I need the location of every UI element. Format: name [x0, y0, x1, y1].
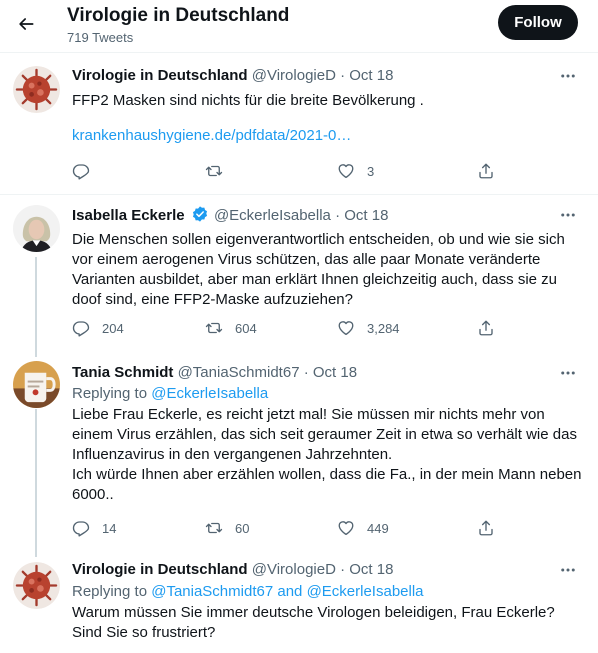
author-name[interactable]: Virologie in Deutschland [72, 561, 248, 578]
tweet-header: Virologie in Deutschland @VirologieD · O… [72, 560, 393, 580]
retweet-icon [205, 322, 223, 334]
author-handle[interactable]: @VirologieD [252, 561, 336, 578]
more-options-button[interactable] [556, 560, 580, 580]
tweet-header: Isabella Eckerle @EckerleIsabella · Oct … [72, 205, 388, 226]
retweet-icon [205, 165, 223, 177]
replying-to-handle[interactable]: @EckerleIsabella [151, 385, 268, 402]
tweet-item[interactable]: Virologie in Deutschland @VirologieD · O… [0, 557, 598, 653]
tweet-text: Warum müssen Sie immer deutsche Virologe… [72, 604, 555, 641]
share-button[interactable] [477, 518, 495, 538]
tweet-text: FFP2 Masken sind nichts für die breite B… [72, 92, 424, 109]
profile-title: Virologie in Deutschland [67, 5, 290, 26]
tweet-date[interactable]: Oct 18 [349, 561, 393, 578]
tweet-text: Liebe Frau Eckerle, es reicht jetzt mal!… [72, 406, 582, 503]
author-name[interactable]: Virologie in Deutschland [72, 67, 248, 84]
share-icon [479, 320, 493, 336]
share-icon [479, 163, 493, 179]
virus-icon [13, 562, 60, 609]
retweet-button[interactable]: 60 [205, 518, 249, 538]
tweet-date[interactable]: Oct 18 [313, 364, 357, 381]
replying-label: Replying to [72, 583, 148, 600]
share-button[interactable] [477, 161, 495, 181]
like-count: 449 [367, 520, 389, 536]
back-arrow-icon [19, 18, 34, 30]
tweet-date[interactable]: Oct 18 [349, 67, 393, 84]
retweet-count: 604 [235, 320, 257, 336]
reply-count: 204 [102, 320, 124, 336]
more-dots-icon [561, 74, 575, 78]
reply-icon [72, 321, 90, 337]
retweet-count: 60 [235, 520, 250, 536]
replying-and: and [277, 583, 303, 600]
separator-dot: · [335, 207, 341, 224]
mug-photo-icon [13, 361, 60, 408]
retweet-button[interactable]: 604 [205, 318, 257, 338]
tweet-item[interactable]: Tania Schmidt @TaniaSchmidt67 · Oct 18 R… [0, 357, 598, 557]
author-name[interactable]: Isabella Eckerle [72, 207, 185, 224]
follow-button[interactable]: Follow [498, 5, 578, 40]
replying-to-handle[interactable]: @TaniaSchmidt67 [151, 583, 273, 600]
tweet-header: Virologie in Deutschland @VirologieD · O… [72, 66, 393, 86]
replying-to-handle[interactable]: @EckerleIsabella [307, 583, 424, 600]
like-count: 3 [367, 163, 375, 179]
tweet-date[interactable]: Oct 18 [344, 207, 388, 224]
mug-avatar[interactable] [13, 361, 60, 408]
thread-line [35, 409, 37, 557]
separator-dot: · [340, 561, 346, 578]
tweet-actions: 14 60 449 [72, 518, 495, 538]
reply-button[interactable]: 14 [72, 518, 116, 538]
heart-icon [338, 521, 354, 536]
replying-to: Replying to @TaniaSchmidt67 and @Eckerle… [72, 582, 424, 602]
heart-icon [338, 321, 354, 336]
tweet-count: 719 Tweets [67, 30, 134, 45]
verified-badge-icon [192, 206, 207, 222]
more-options-button[interactable] [556, 66, 580, 86]
more-dots-icon [561, 213, 575, 217]
like-button[interactable]: 3 [337, 161, 374, 181]
like-button[interactable]: 3,284 [337, 318, 400, 338]
more-dots-icon [561, 371, 575, 375]
back-button[interactable] [8, 6, 44, 42]
tweet-text: Die Menschen sollen eigenverantwortlich … [72, 231, 565, 308]
reply-icon [72, 164, 90, 180]
more-dots-icon [561, 568, 575, 572]
like-button[interactable]: 449 [337, 518, 389, 538]
replying-to: Replying to @EckerleIsabella [72, 384, 268, 404]
like-count: 3,284 [367, 320, 400, 336]
tweet-item[interactable]: Isabella Eckerle @EckerleIsabella · Oct … [0, 195, 598, 357]
separator-dot: · [303, 364, 309, 381]
reply-count: 14 [102, 520, 117, 536]
reply-button[interactable]: 204 [72, 318, 124, 338]
virus-avatar[interactable] [13, 562, 60, 609]
retweet-button[interactable] [205, 161, 235, 181]
share-icon [479, 520, 493, 536]
tweet-actions: 3 [72, 161, 495, 181]
retweet-icon [205, 522, 223, 534]
author-handle[interactable]: @TaniaSchmidt67 [178, 364, 300, 381]
reply-icon [72, 521, 90, 537]
virus-icon [13, 66, 60, 113]
person-photo-icon [13, 205, 60, 252]
tweet-item[interactable]: Virologie in Deutschland @VirologieD · O… [0, 54, 598, 195]
thread-line [35, 257, 37, 357]
heart-icon [338, 164, 354, 179]
share-button[interactable] [477, 318, 495, 338]
more-options-button[interactable] [556, 363, 580, 383]
person-photo-avatar[interactable] [13, 205, 60, 252]
author-name[interactable]: Tania Schmidt [72, 364, 173, 381]
more-options-button[interactable] [556, 205, 580, 225]
virus-avatar[interactable] [13, 66, 60, 113]
tweet-link[interactable]: krankenhaushygiene.de/pdfdata/2021-0… [72, 126, 582, 146]
author-handle[interactable]: @EckerleIsabella [214, 207, 331, 224]
separator-dot: · [340, 67, 346, 84]
tweet-actions: 204 604 3,284 [72, 318, 495, 338]
author-handle[interactable]: @VirologieD [252, 67, 336, 84]
tweet-header: Tania Schmidt @TaniaSchmidt67 · Oct 18 [72, 363, 357, 383]
replying-label: Replying to [72, 385, 148, 402]
reply-button[interactable] [72, 161, 102, 181]
profile-header: Virologie in Deutschland 719 Tweets Foll… [0, 0, 598, 53]
